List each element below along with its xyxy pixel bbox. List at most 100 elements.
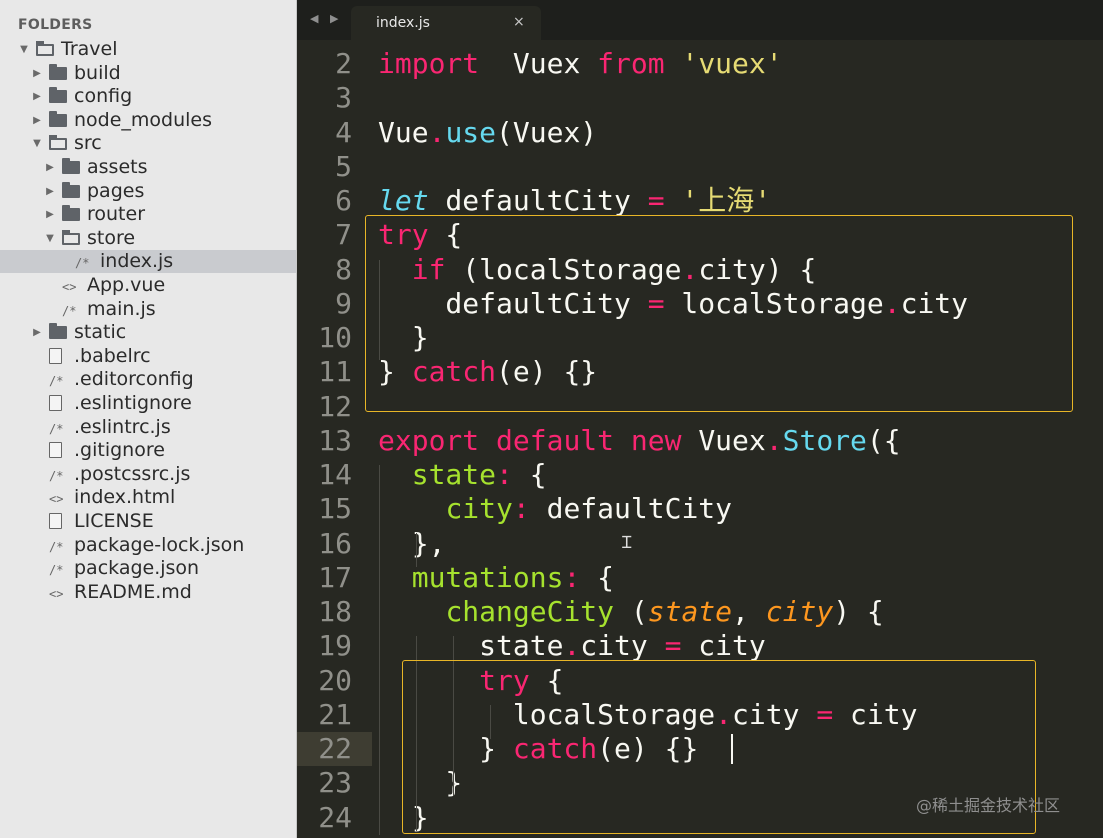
code-token: 'vuex' (681, 47, 783, 80)
code-token: Vue (378, 115, 429, 149)
tree-item[interactable]: ▶ router (0, 203, 296, 226)
code-line: 18 changeCity (state, city) { (297, 595, 1103, 629)
code-token: : (563, 560, 581, 594)
line-number: 11 (318, 355, 352, 389)
tree-item[interactable]: ▼ store (0, 227, 296, 250)
line-number: 7 (335, 218, 352, 252)
tree-item[interactable]: <> index.html (0, 486, 296, 509)
tree-item[interactable]: ▶ pages (0, 179, 296, 203)
code-token: }, (378, 526, 446, 560)
tab-nav-arrows[interactable]: ◀ ▶ (310, 12, 342, 25)
tree-item[interactable]: .babelrc (0, 345, 296, 368)
tree-item-label: .eslintignore (74, 392, 192, 414)
code-token: defaultCity (529, 492, 733, 526)
sidebar: FOLDERS ▼ Travel ▶ build ▶ config ▶ node_module… (0, 0, 297, 838)
line-number: 22 (318, 732, 352, 765)
tree-item-label: .eslintrc.js (74, 415, 171, 438)
tree-item[interactable]: <> README.md (0, 581, 296, 604)
chevron-right-icon[interactable]: ▶ (31, 109, 43, 132)
tree-item[interactable]: .gitignore (0, 439, 296, 462)
tree-item[interactable]: ▶ assets (0, 156, 296, 179)
tree-item-label: index.html (74, 486, 176, 509)
line-number: 13 (318, 423, 352, 457)
folder-icon (49, 110, 67, 127)
chevron-down-icon[interactable]: ▼ (44, 227, 56, 250)
chevron-right-icon[interactable]: ▶ (31, 321, 43, 344)
code-token: new (630, 423, 682, 457)
line-number: 18 (318, 595, 352, 628)
code-token: Vuex (479, 47, 598, 80)
code-token: , (732, 595, 766, 628)
line-number: 2 (335, 47, 352, 80)
code-token: state (378, 629, 564, 663)
tree-item-label: assets (87, 156, 148, 178)
chevron-down-icon[interactable]: ▼ (31, 132, 43, 155)
file-icon (49, 395, 62, 413)
code-token: (Vuex) (496, 115, 598, 149)
code-line: 2 import Vuex from 'vuex' (297, 47, 1103, 81)
code-line: 5 (297, 150, 1103, 184)
chevron-right-icon[interactable]: ▶ (44, 156, 56, 179)
close-icon[interactable]: × (513, 14, 525, 30)
tree-item[interactable]: /* index.js (0, 250, 296, 274)
line-number: 3 (335, 81, 352, 115)
code-text: state: { (378, 458, 547, 492)
code-token: ( (614, 595, 648, 628)
indent-guide (379, 465, 380, 835)
code-text: import Vuex from 'vuex' (378, 47, 783, 81)
tree-item[interactable]: .eslintignore (0, 392, 296, 415)
tab-index-js[interactable]: index.js × (351, 6, 541, 40)
line-number: 24 (318, 800, 352, 834)
code-token: mutations (411, 560, 564, 594)
tree-item-label: index.js (100, 250, 174, 273)
code-token: . (563, 629, 581, 663)
tree-item[interactable]: /* .postcssrc.js (0, 463, 296, 486)
tree-item-label: src (74, 132, 102, 155)
tree-item-label: pages (87, 179, 145, 202)
chevron-right-icon[interactable]: ▶ (44, 180, 56, 203)
code-token: ({ (866, 423, 901, 457)
code-text: Vue.use(Vuex) (378, 116, 597, 150)
folder-open-icon (36, 41, 54, 56)
code-text: export default new Vuex.Store({ (378, 424, 901, 458)
code-token: defaultCity (428, 184, 648, 217)
tree-item[interactable]: <> App.vue (0, 274, 296, 297)
tree-item[interactable]: ▶ static (0, 321, 296, 344)
code-token: : (512, 492, 530, 526)
chevron-right-icon[interactable]: ▶ (44, 203, 56, 226)
tree-item[interactable]: LICENSE (0, 510, 296, 533)
tree-item[interactable]: /* .editorconfig (0, 368, 296, 391)
tree-item[interactable]: ▶ node_modules (0, 109, 296, 132)
tree-item[interactable]: ▼ Travel (0, 38, 296, 61)
tree-item[interactable]: ▶ config (0, 85, 296, 108)
code-token: from (597, 47, 665, 80)
code-token: '上海' (681, 184, 772, 217)
chevron-down-icon[interactable]: ▼ (18, 38, 30, 61)
tree-item-label: build (74, 61, 121, 84)
tree-item[interactable]: /* .eslintrc.js (0, 415, 296, 439)
folder-icon (49, 87, 67, 104)
line-number: 9 (335, 286, 352, 320)
code-token: city (445, 492, 513, 526)
code-line: 14 state: { (297, 458, 1103, 492)
line-number: 10 (318, 321, 352, 354)
tree-item[interactable]: /* package-lock.json (0, 534, 296, 557)
code-editor[interactable]: 2 import Vuex from 'vuex' 3 4 Vue.use(Vuex) 5… (297, 40, 1103, 838)
code-token: city (580, 629, 665, 663)
code-line: 4 Vue.use(Vuex) (297, 116, 1103, 150)
folder-open-icon (62, 229, 80, 245)
watermark: @稀土掘金技术社区 (916, 796, 1061, 815)
tree-item-label: router (87, 203, 146, 226)
line-number: 16 (318, 526, 352, 560)
tree-item[interactable]: /* package.json (0, 557, 296, 580)
chevron-right-icon[interactable]: ▶ (31, 85, 43, 108)
chevron-right-icon[interactable]: ▶ (31, 62, 43, 85)
tree-item-label: .gitignore (74, 439, 165, 462)
code-text: changeCity (state, city) { (378, 595, 883, 629)
tree-item[interactable]: ▶ build (0, 61, 296, 85)
tree-item[interactable]: ▼ src (0, 132, 296, 155)
tree-item[interactable]: /* main.js (0, 298, 296, 321)
tree-item-label: package.json (74, 557, 200, 580)
